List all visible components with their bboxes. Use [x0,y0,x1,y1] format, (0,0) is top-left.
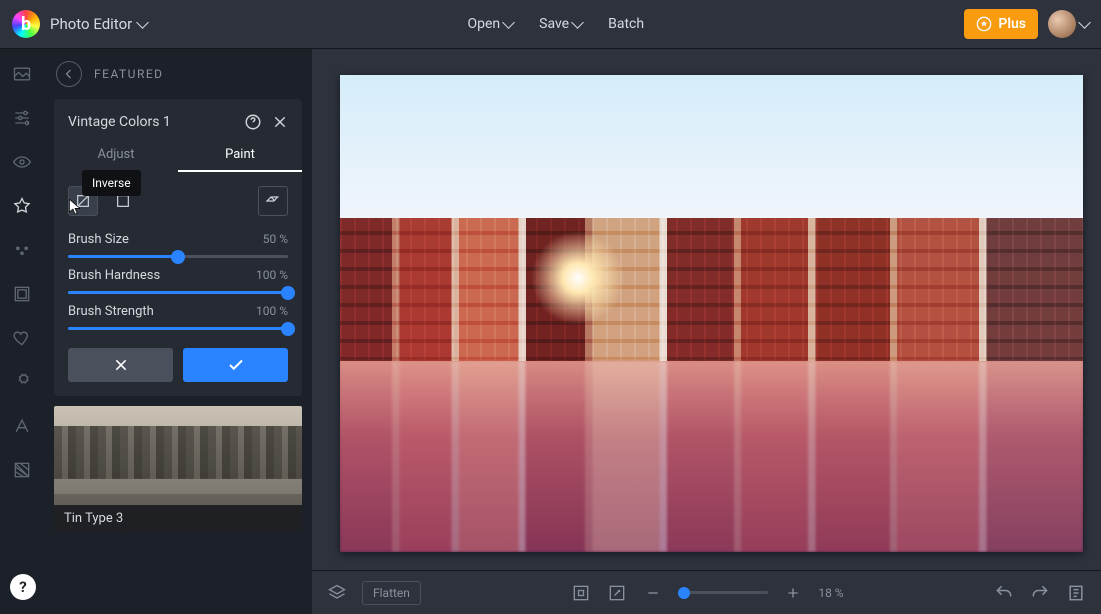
zoom-out-button[interactable] [642,582,664,604]
erase-icon [265,193,281,209]
plus-upgrade-button[interactable]: Plus [964,9,1038,39]
cancel-button[interactable] [68,348,173,382]
slider-brush-size[interactable]: Brush Size50 % [54,222,302,258]
slider-brush-strength[interactable]: Brush Strength100 % [54,294,302,330]
rail-dots-icon[interactable] [11,239,33,261]
preset-tin-type-3[interactable]: Tin Type 3 [54,406,302,532]
zoom-value: 18 % [818,586,843,600]
apply-button[interactable] [183,348,288,382]
zoom-in-button[interactable] [782,582,804,604]
undo-button[interactable] [993,582,1015,604]
preset-label: Tin Type 3 [54,505,302,532]
tab-adjust[interactable]: Adjust [54,139,178,172]
effect-name: Vintage Colors 1 [68,114,171,130]
app-title-label: Photo Editor [50,15,132,33]
back-button[interactable] [56,61,82,87]
history-icon[interactable] [1065,582,1087,604]
layers-icon[interactable] [326,582,348,604]
effect-tabs: Adjust Paint [54,139,302,172]
batch-button[interactable]: Batch [608,16,644,32]
side-panel: FEATURED Vintage Colors 1 Adjust Paint I… [44,49,312,614]
rail-frame-icon[interactable] [11,283,33,305]
plus-label: Plus [998,16,1026,32]
zoom-slider[interactable] [678,591,768,594]
chevron-down-icon [1078,16,1091,29]
panel-header: FEATURED [44,49,312,95]
account-menu[interactable] [1048,10,1089,38]
rail-heart-icon[interactable] [11,327,33,349]
batch-label: Batch [608,16,644,32]
effect-card: Vintage Colors 1 Adjust Paint Inverse [54,99,302,396]
help-icon[interactable] [244,113,262,131]
open-label: Open [468,16,501,32]
rail-sliders-icon[interactable] [11,107,33,129]
check-icon [227,356,245,374]
app-title-dropdown[interactable]: Photo Editor [50,15,147,33]
bottom-bar: Flatten 18 % [312,570,1101,614]
chevron-down-icon [502,16,515,29]
avatar [1048,10,1076,38]
close-icon[interactable] [272,114,288,130]
chevron-down-icon [571,16,584,29]
arrow-left-icon [63,68,75,80]
panel-heading-label: FEATURED [94,67,164,81]
canvas-image [340,75,1083,552]
paint-tool-row: Inverse [54,172,302,222]
tool-rail [0,49,44,614]
help-bubble[interactable]: ? [10,574,36,600]
rail-image-icon[interactable] [11,63,33,85]
app-logo[interactable] [12,10,40,38]
star-badge-icon [976,16,992,32]
redo-button[interactable] [1029,582,1051,604]
zoom-controls: 18 % [642,582,843,604]
save-menu[interactable]: Save [539,16,582,32]
fit-screen-icon[interactable] [570,582,592,604]
canvas-area: Flatten 18 % [312,49,1101,614]
viewport[interactable] [312,49,1101,570]
flatten-button[interactable]: Flatten [362,581,421,605]
open-menu[interactable]: Open [468,16,514,32]
top-menu: Open Save Batch [468,16,645,32]
actual-size-icon[interactable] [606,582,628,604]
tab-paint[interactable]: Paint [178,139,302,172]
rail-badge-icon[interactable] [11,371,33,393]
rail-eye-icon[interactable] [11,151,33,173]
rail-star-icon[interactable] [11,195,33,217]
cursor-icon [68,198,82,216]
close-icon [113,357,129,373]
erase-tool-button[interactable] [258,186,288,216]
save-label: Save [539,16,569,32]
inverse-tooltip: Inverse [82,170,141,196]
rail-text-icon[interactable] [11,415,33,437]
effect-action-row [54,330,302,382]
chevron-down-icon [136,16,149,29]
top-bar: Photo Editor Open Save Batch Plus [0,0,1101,49]
rail-texture-icon[interactable] [11,459,33,481]
